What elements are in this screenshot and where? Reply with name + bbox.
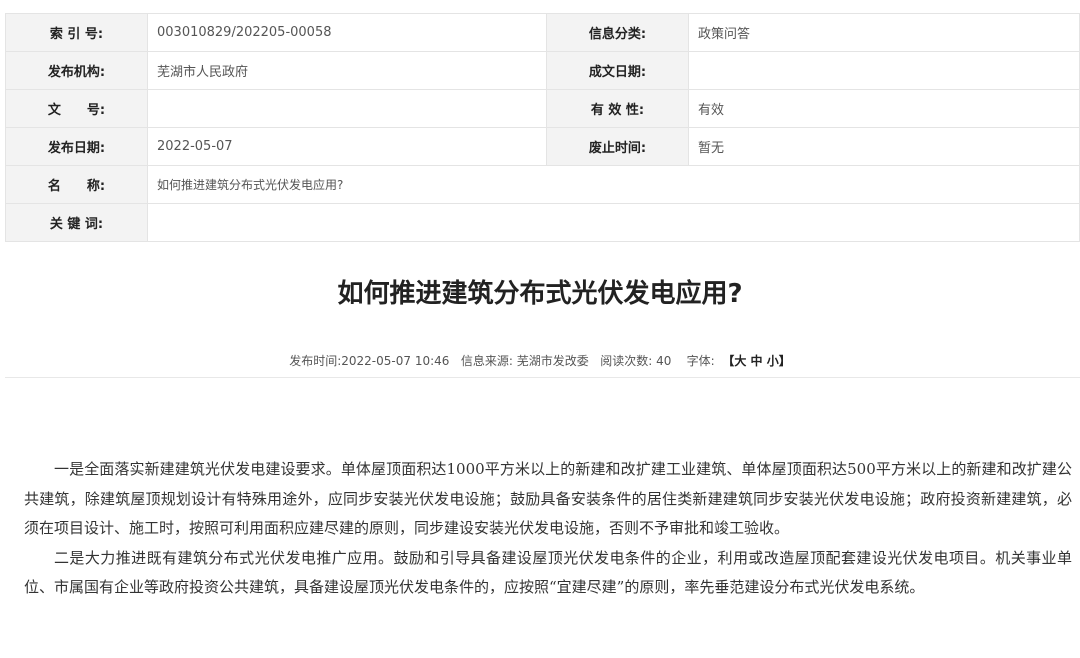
font-large-button[interactable]: 大 [734,354,746,368]
keywords-value [147,203,1080,242]
validity-value: 有效 [688,89,1080,128]
table-row: 关 键 词: [5,203,1080,242]
index-number-value: 003010829/202205-00058 [147,13,547,52]
paragraph: 一是全面落实新建建筑光伏发电建设要求。单体屋顶面积达1000平方米以上的新建和改… [24,460,1072,537]
index-number-label: 索 引 号: [5,13,148,52]
article-title: 如何推进建筑分布式光伏发电应用? [337,279,743,309]
source: 芜湖市发改委 [516,354,589,368]
font-bracket-open: 【 [722,354,735,368]
publish-time: 2022-05-07 10:46 [341,354,450,368]
font-size-label: 字体: [686,354,715,368]
expiry-time-value: 暂无 [688,127,1080,166]
source-label: 信息来源: [460,354,513,368]
info-table: 索 引 号: 003010829/202205-00058 信息分类: 政策问答… [5,13,1080,242]
written-date-value [688,51,1080,90]
publisher-value: 芜湖市人民政府 [147,51,547,90]
publish-date-value: 2022-05-07 [147,127,547,166]
font-medium-button[interactable]: 中 [751,354,763,368]
table-row: 发布日期: 2022-05-07 废止时间: 暂无 [5,127,1080,166]
category-value: 政策问答 [688,13,1080,52]
publish-time-label: 发布时间: [289,354,342,368]
table-row: 索 引 号: 003010829/202205-00058 信息分类: 政策问答 [5,13,1080,52]
view-count: 40 [656,354,672,368]
publish-date-label: 发布日期: [5,127,148,166]
table-row: 发布机构: 芜湖市人民政府 成文日期: [5,51,1080,90]
table-row: 文 号: 有 效 性: 有效 [5,89,1080,128]
keywords-label: 关 键 词: [5,203,148,242]
document-number-value [147,89,547,128]
table-row: 名 称: 如何推进建筑分布式光伏发电应用? [5,165,1080,204]
views-label: 阅读次数: [600,354,653,368]
article-content: 一是全面落实新建建筑光伏发电建设要求。单体屋顶面积达1000平方米以上的新建和改… [24,455,1072,603]
category-label: 信息分类: [546,13,689,52]
written-date-label: 成文日期: [546,51,689,90]
font-size-controls: 【大 中 小】 [722,354,790,368]
name-value: 如何推进建筑分布式光伏发电应用? [147,165,1080,204]
divider [5,377,1080,378]
name-label: 名 称: [5,165,148,204]
validity-label: 有 效 性: [546,89,689,128]
font-small-button[interactable]: 小 [767,354,779,368]
paragraph: 二是大力推进既有建筑分布式光伏发电推广应用。鼓励和引导具备建设屋顶光伏发电条件的… [24,548,1072,597]
document-number-label: 文 号: [5,89,148,128]
font-bracket-close: 】 [778,354,791,368]
publisher-label: 发布机构: [5,51,148,90]
article-info-bar: 发布时间:2022-05-07 10:46 信息来源: 芜湖市发改委 阅读次数:… [0,352,1080,369]
expiry-time-label: 废止时间: [546,127,689,166]
